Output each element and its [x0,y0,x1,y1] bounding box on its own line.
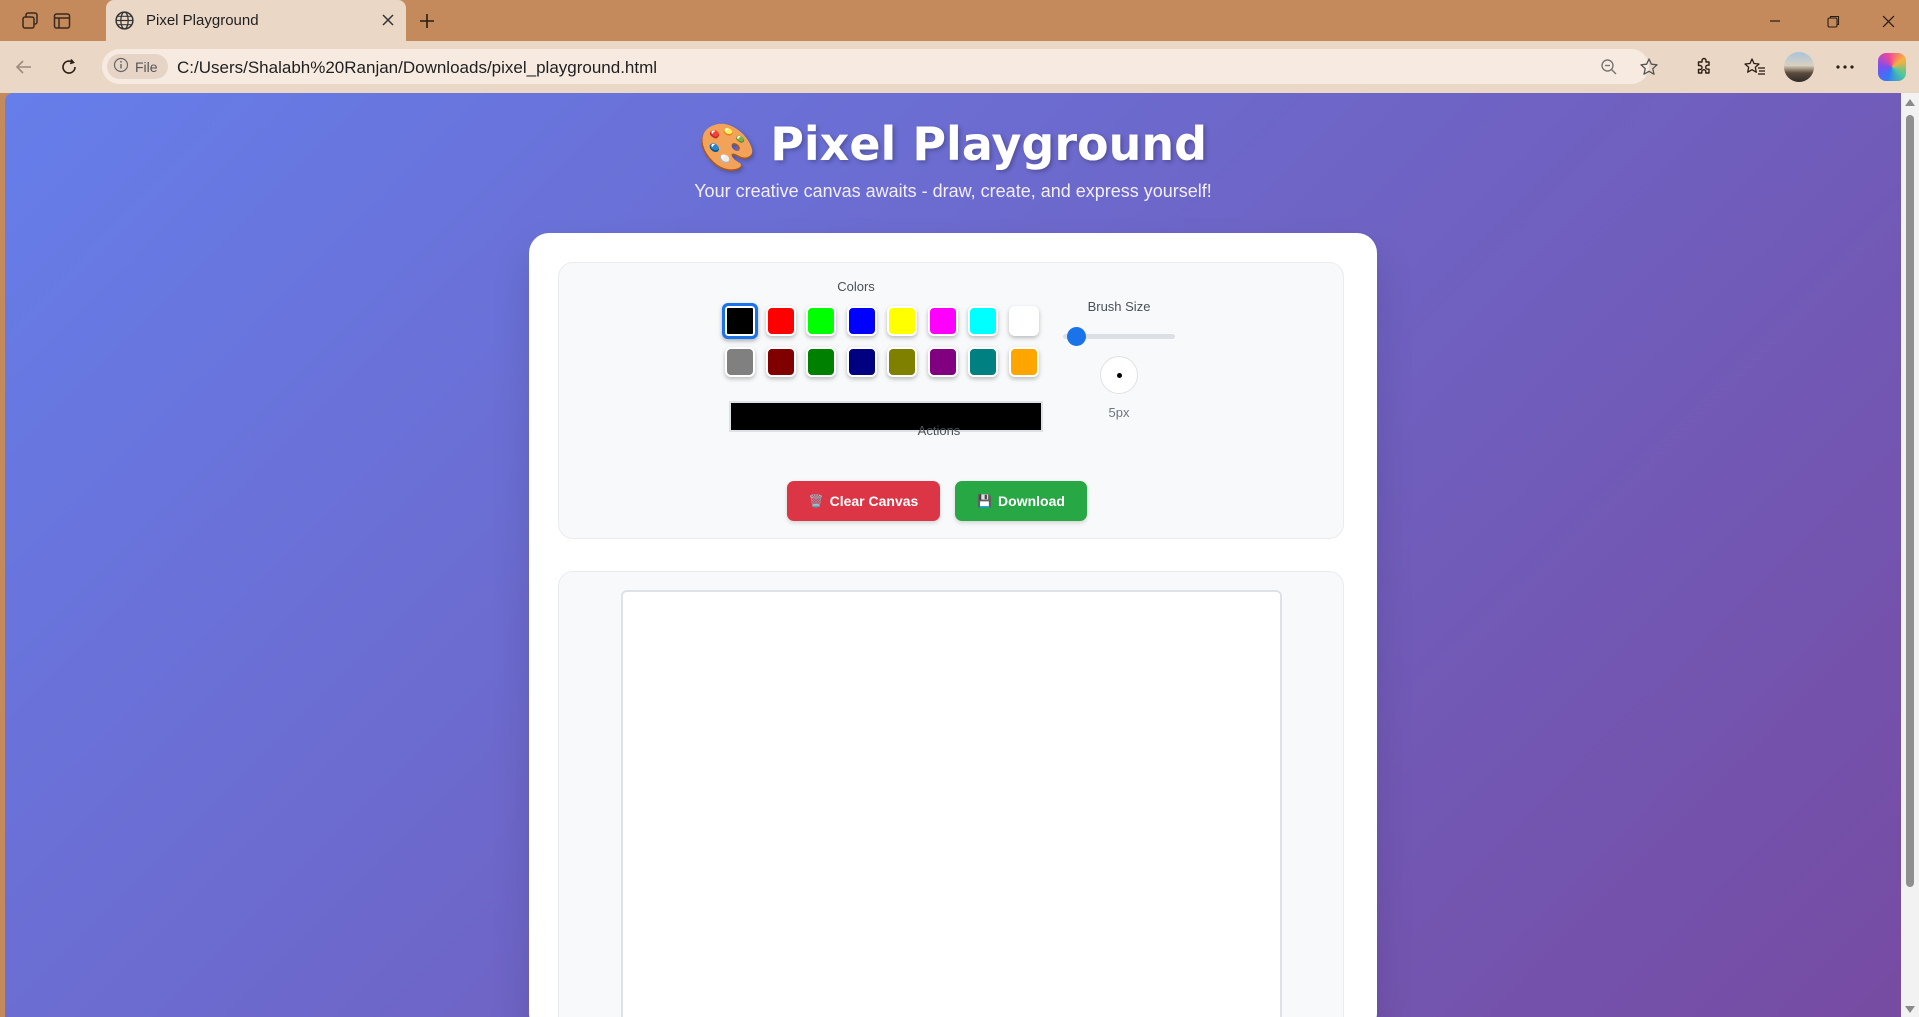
canvas-panel [558,571,1344,1017]
close-tab-icon[interactable] [378,10,398,30]
restore-icon[interactable] [1815,8,1851,34]
close-window-icon[interactable] [1870,8,1906,34]
app-container: Colors Brush Size 5px Actions 🗑️ Clear C… [529,233,1377,1017]
color-swatch[interactable] [725,347,755,377]
clear-canvas-label: Clear Canvas [829,493,919,509]
color-swatch[interactable] [1008,347,1039,377]
page-title-text: Pixel Playground [770,117,1208,171]
refresh-icon[interactable] [55,53,83,81]
scroll-up-icon[interactable] [1905,99,1915,106]
extensions-icon[interactable] [1690,53,1718,81]
site-info-chip[interactable]: File [107,54,168,79]
profile-avatar[interactable] [1784,52,1814,82]
vertical-tabs-icon[interactable] [49,8,75,34]
palette-icon: 🎨 [698,120,757,174]
current-color-display [729,401,1043,432]
color-swatch[interactable] [1008,306,1039,336]
brush-preview-dot [1117,373,1122,378]
drawing-canvas[interactable] [621,590,1282,1017]
colors-label: Colors [837,279,875,294]
url-text[interactable]: C:/Users/Shalabh%20Ranjan/Downloads/pixe… [177,58,657,78]
color-swatch[interactable] [887,306,917,336]
info-icon [113,57,129,76]
page-scrollbar[interactable] [1901,93,1919,1017]
address-bar-row: File C:/Users/Shalabh%20Ranjan/Downloads… [0,41,1919,93]
color-swatch[interactable] [887,347,917,377]
color-swatch[interactable] [927,347,958,377]
favorites-icon[interactable] [1741,53,1769,81]
back-icon[interactable] [10,53,38,81]
color-swatch[interactable] [765,347,796,377]
color-swatch[interactable] [846,347,877,377]
file-chip-label: File [135,58,158,75]
copilot-icon[interactable] [1878,53,1906,81]
color-swatch[interactable] [968,347,998,377]
color-swatch[interactable] [722,303,758,339]
tab-title: Pixel Playground [146,12,259,29]
more-options-icon[interactable] [1831,53,1859,81]
globe-icon [114,10,135,36]
color-swatch[interactable] [968,306,998,336]
color-swatch[interactable] [765,306,796,336]
workspaces-icon[interactable] [17,8,43,34]
zoom-out-icon[interactable] [1597,55,1621,79]
trash-icon: 🗑️ [808,494,824,508]
toolbar-panel: Colors Brush Size 5px Actions 🗑️ Clear C… [558,262,1344,539]
page-title: 🎨 Pixel Playground [5,117,1901,175]
page-viewport: 🎨 Pixel Playground Your creative canvas a… [5,93,1901,1017]
color-swatch[interactable] [806,347,836,377]
save-icon: 💾 [977,494,993,508]
scroll-down-icon[interactable] [1905,1006,1915,1013]
page-subtitle: Your creative canvas awaits - draw, crea… [694,181,1212,201]
brush-size-slider-thumb[interactable] [1067,327,1086,346]
active-tab[interactable]: Pixel Playground [106,0,406,41]
scrollbar-thumb[interactable] [1906,115,1914,887]
tab-bar: Pixel Playground [0,0,1919,41]
color-swatch[interactable] [846,306,877,336]
download-label: Download [998,493,1065,509]
color-swatch[interactable] [806,306,836,336]
minimize-icon[interactable] [1757,8,1793,34]
new-tab-icon[interactable] [414,8,440,34]
clear-canvas-button[interactable]: 🗑️ Clear Canvas [787,481,940,521]
actions-label: Actions [917,423,961,438]
brush-size-label: Brush Size [1087,299,1151,314]
color-swatch[interactable] [927,306,958,336]
download-button[interactable]: 💾 Download [955,481,1087,521]
brush-preview [1100,356,1138,394]
favorite-star-icon[interactable] [1637,55,1661,79]
brush-size-value: 5px [1108,405,1130,420]
omnibox[interactable]: File C:/Users/Shalabh%20Ranjan/Downloads… [102,49,1658,84]
